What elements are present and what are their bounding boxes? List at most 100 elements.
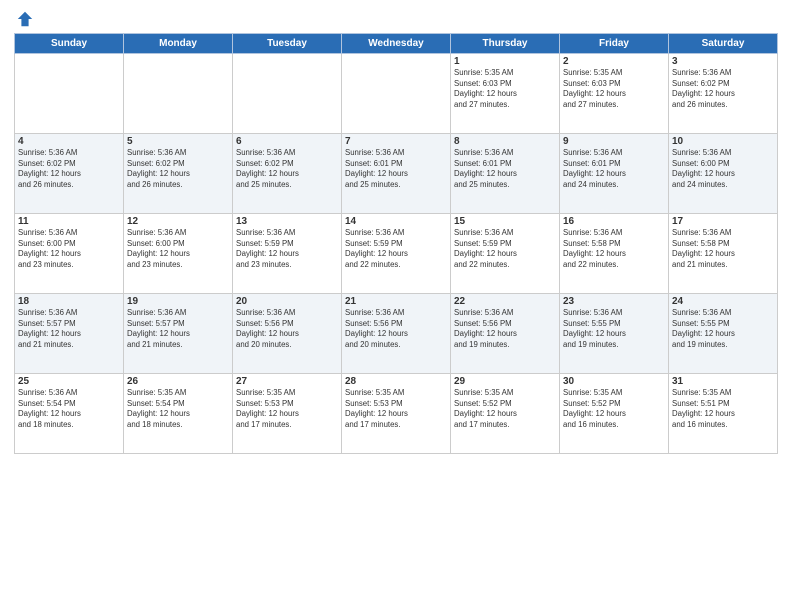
day-info: Sunrise: 5:36 AMSunset: 5:58 PMDaylight:…	[672, 228, 774, 270]
calendar-cell: 10Sunrise: 5:36 AMSunset: 6:00 PMDayligh…	[669, 134, 778, 214]
day-info: Sunrise: 5:36 AMSunset: 6:02 PMDaylight:…	[672, 68, 774, 110]
calendar-header-wednesday: Wednesday	[342, 34, 451, 54]
day-number: 31	[672, 376, 774, 387]
calendar-cell: 31Sunrise: 5:35 AMSunset: 5:51 PMDayligh…	[669, 374, 778, 454]
calendar-cell: 26Sunrise: 5:35 AMSunset: 5:54 PMDayligh…	[124, 374, 233, 454]
day-number: 10	[672, 136, 774, 147]
day-info: Sunrise: 5:36 AMSunset: 5:57 PMDaylight:…	[127, 308, 229, 350]
calendar-cell: 13Sunrise: 5:36 AMSunset: 5:59 PMDayligh…	[233, 214, 342, 294]
day-info: Sunrise: 5:36 AMSunset: 6:02 PMDaylight:…	[236, 148, 338, 190]
calendar-cell	[15, 54, 124, 134]
day-info: Sunrise: 5:36 AMSunset: 6:01 PMDaylight:…	[454, 148, 556, 190]
day-number: 9	[563, 136, 665, 147]
calendar-cell: 12Sunrise: 5:36 AMSunset: 6:00 PMDayligh…	[124, 214, 233, 294]
calendar-header-row: SundayMondayTuesdayWednesdayThursdayFrid…	[15, 34, 778, 54]
day-number: 30	[563, 376, 665, 387]
day-number: 24	[672, 296, 774, 307]
day-info: Sunrise: 5:36 AMSunset: 5:56 PMDaylight:…	[236, 308, 338, 350]
day-number: 27	[236, 376, 338, 387]
day-number: 29	[454, 376, 556, 387]
calendar-cell: 22Sunrise: 5:36 AMSunset: 5:56 PMDayligh…	[451, 294, 560, 374]
day-info: Sunrise: 5:35 AMSunset: 5:53 PMDaylight:…	[345, 388, 447, 430]
calendar-week-1: 1Sunrise: 5:35 AMSunset: 6:03 PMDaylight…	[15, 54, 778, 134]
calendar-cell: 3Sunrise: 5:36 AMSunset: 6:02 PMDaylight…	[669, 54, 778, 134]
day-number: 19	[127, 296, 229, 307]
calendar-cell: 21Sunrise: 5:36 AMSunset: 5:56 PMDayligh…	[342, 294, 451, 374]
calendar-cell: 9Sunrise: 5:36 AMSunset: 6:01 PMDaylight…	[560, 134, 669, 214]
day-number: 2	[563, 56, 665, 67]
day-number: 16	[563, 216, 665, 227]
calendar-cell	[233, 54, 342, 134]
day-info: Sunrise: 5:35 AMSunset: 5:52 PMDaylight:…	[454, 388, 556, 430]
day-number: 18	[18, 296, 120, 307]
day-number: 26	[127, 376, 229, 387]
logo-icon	[16, 10, 34, 28]
day-info: Sunrise: 5:36 AMSunset: 6:02 PMDaylight:…	[127, 148, 229, 190]
calendar-cell: 30Sunrise: 5:35 AMSunset: 5:52 PMDayligh…	[560, 374, 669, 454]
day-number: 6	[236, 136, 338, 147]
day-info: Sunrise: 5:36 AMSunset: 5:59 PMDaylight:…	[236, 228, 338, 270]
day-info: Sunrise: 5:35 AMSunset: 5:54 PMDaylight:…	[127, 388, 229, 430]
calendar-cell: 18Sunrise: 5:36 AMSunset: 5:57 PMDayligh…	[15, 294, 124, 374]
day-number: 7	[345, 136, 447, 147]
day-info: Sunrise: 5:36 AMSunset: 6:01 PMDaylight:…	[345, 148, 447, 190]
day-info: Sunrise: 5:36 AMSunset: 6:02 PMDaylight:…	[18, 148, 120, 190]
day-info: Sunrise: 5:36 AMSunset: 6:00 PMDaylight:…	[18, 228, 120, 270]
day-info: Sunrise: 5:36 AMSunset: 6:00 PMDaylight:…	[672, 148, 774, 190]
calendar: SundayMondayTuesdayWednesdayThursdayFrid…	[14, 33, 778, 454]
day-info: Sunrise: 5:36 AMSunset: 5:56 PMDaylight:…	[345, 308, 447, 350]
calendar-header-tuesday: Tuesday	[233, 34, 342, 54]
day-info: Sunrise: 5:36 AMSunset: 5:55 PMDaylight:…	[672, 308, 774, 350]
day-info: Sunrise: 5:35 AMSunset: 5:53 PMDaylight:…	[236, 388, 338, 430]
day-info: Sunrise: 5:36 AMSunset: 5:59 PMDaylight:…	[345, 228, 447, 270]
day-number: 23	[563, 296, 665, 307]
day-number: 28	[345, 376, 447, 387]
logo	[14, 10, 34, 28]
day-number: 25	[18, 376, 120, 387]
calendar-cell: 19Sunrise: 5:36 AMSunset: 5:57 PMDayligh…	[124, 294, 233, 374]
day-info: Sunrise: 5:36 AMSunset: 5:58 PMDaylight:…	[563, 228, 665, 270]
day-number: 15	[454, 216, 556, 227]
day-info: Sunrise: 5:36 AMSunset: 5:59 PMDaylight:…	[454, 228, 556, 270]
day-number: 21	[345, 296, 447, 307]
calendar-cell: 2Sunrise: 5:35 AMSunset: 6:03 PMDaylight…	[560, 54, 669, 134]
calendar-cell: 17Sunrise: 5:36 AMSunset: 5:58 PMDayligh…	[669, 214, 778, 294]
calendar-cell: 1Sunrise: 5:35 AMSunset: 6:03 PMDaylight…	[451, 54, 560, 134]
calendar-cell: 29Sunrise: 5:35 AMSunset: 5:52 PMDayligh…	[451, 374, 560, 454]
calendar-cell: 14Sunrise: 5:36 AMSunset: 5:59 PMDayligh…	[342, 214, 451, 294]
day-number: 3	[672, 56, 774, 67]
calendar-cell	[342, 54, 451, 134]
calendar-cell: 16Sunrise: 5:36 AMSunset: 5:58 PMDayligh…	[560, 214, 669, 294]
day-number: 8	[454, 136, 556, 147]
day-info: Sunrise: 5:35 AMSunset: 5:52 PMDaylight:…	[563, 388, 665, 430]
calendar-cell: 27Sunrise: 5:35 AMSunset: 5:53 PMDayligh…	[233, 374, 342, 454]
day-info: Sunrise: 5:35 AMSunset: 6:03 PMDaylight:…	[454, 68, 556, 110]
header	[14, 10, 778, 28]
calendar-cell: 7Sunrise: 5:36 AMSunset: 6:01 PMDaylight…	[342, 134, 451, 214]
day-number: 11	[18, 216, 120, 227]
calendar-cell: 11Sunrise: 5:36 AMSunset: 6:00 PMDayligh…	[15, 214, 124, 294]
calendar-week-5: 25Sunrise: 5:36 AMSunset: 5:54 PMDayligh…	[15, 374, 778, 454]
calendar-cell: 6Sunrise: 5:36 AMSunset: 6:02 PMDaylight…	[233, 134, 342, 214]
day-info: Sunrise: 5:36 AMSunset: 6:00 PMDaylight:…	[127, 228, 229, 270]
day-number: 4	[18, 136, 120, 147]
calendar-header-saturday: Saturday	[669, 34, 778, 54]
day-info: Sunrise: 5:35 AMSunset: 6:03 PMDaylight:…	[563, 68, 665, 110]
day-number: 14	[345, 216, 447, 227]
page: SundayMondayTuesdayWednesdayThursdayFrid…	[0, 0, 792, 612]
calendar-week-2: 4Sunrise: 5:36 AMSunset: 6:02 PMDaylight…	[15, 134, 778, 214]
day-number: 12	[127, 216, 229, 227]
day-number: 22	[454, 296, 556, 307]
calendar-week-3: 11Sunrise: 5:36 AMSunset: 6:00 PMDayligh…	[15, 214, 778, 294]
calendar-cell: 4Sunrise: 5:36 AMSunset: 6:02 PMDaylight…	[15, 134, 124, 214]
calendar-body: 1Sunrise: 5:35 AMSunset: 6:03 PMDaylight…	[15, 54, 778, 454]
day-info: Sunrise: 5:35 AMSunset: 5:51 PMDaylight:…	[672, 388, 774, 430]
calendar-header-sunday: Sunday	[15, 34, 124, 54]
calendar-cell: 24Sunrise: 5:36 AMSunset: 5:55 PMDayligh…	[669, 294, 778, 374]
calendar-header-monday: Monday	[124, 34, 233, 54]
calendar-cell: 5Sunrise: 5:36 AMSunset: 6:02 PMDaylight…	[124, 134, 233, 214]
day-number: 1	[454, 56, 556, 67]
calendar-cell: 25Sunrise: 5:36 AMSunset: 5:54 PMDayligh…	[15, 374, 124, 454]
calendar-week-4: 18 Sunrise: 5:36 AMSunset: 5:57 PMDayligh…	[15, 294, 778, 374]
calendar-header-thursday: Thursday	[451, 34, 560, 54]
